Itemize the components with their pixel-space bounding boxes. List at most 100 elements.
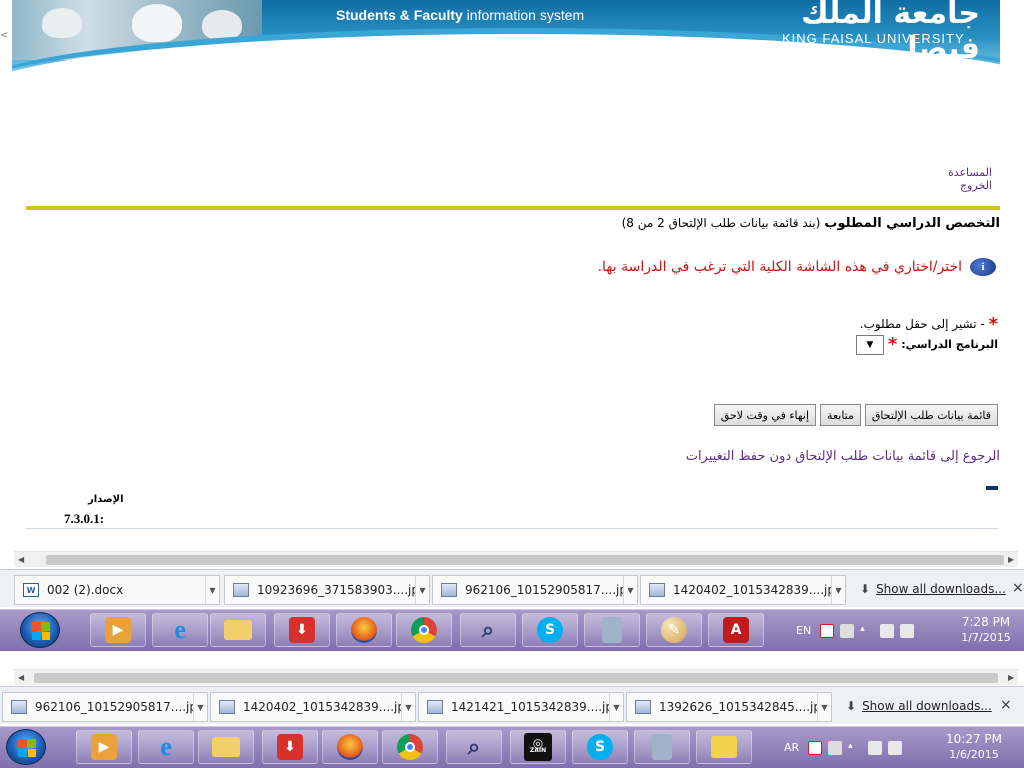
acrobat-reader-icon[interactable]: A [708, 613, 764, 647]
device-icon[interactable] [868, 740, 883, 755]
university-name-english: KING FAISAL UNIVERSITY [782, 31, 965, 46]
background-strip [0, 651, 1024, 669]
back-without-saving-link[interactable]: الرجوع إلى قائمة بيانات طلب الإلتحاق دون… [686, 449, 1000, 464]
download-manager-icon[interactable]: ⬇ [274, 613, 330, 647]
file-explorer-icon[interactable] [210, 613, 266, 647]
chrome-icon[interactable] [396, 613, 452, 647]
keyboard-layout-icon[interactable] [820, 623, 835, 638]
language-indicator[interactable]: AR [784, 741, 799, 754]
download-item[interactable]: 1421421_1015342839....jpg ▼ [418, 692, 624, 722]
word-file-icon: W [23, 583, 39, 597]
program-select[interactable]: ▼ [855, 334, 884, 355]
close-downloads-icon[interactable]: × [1000, 697, 1012, 713]
chevron-down-icon[interactable]: ▼ [205, 576, 219, 604]
scroll-left-icon[interactable]: ◀ [18, 673, 24, 682]
continue-button[interactable]: متابعة [820, 404, 861, 426]
scroll-right-icon[interactable]: ▶ [1008, 673, 1014, 682]
download-item[interactable]: 1392626_1015342845....jpg ▼ [626, 692, 832, 722]
top-links: المساعدة الخروج [900, 166, 992, 192]
scroll-left-icon[interactable]: ◀ [18, 555, 24, 564]
scroll-thumb[interactable] [34, 673, 998, 683]
instruction-row: i اختر/اختاري في هذه الشاشة الكلية التي … [598, 258, 996, 276]
chrome-icon[interactable] [382, 730, 438, 764]
downloads-bar-top: W 002 (2).docx ▼ 10923696_371583903....j… [0, 569, 1024, 607]
taskbar-top: ▶ e ⬇ ⌕ S ✎ A EN ▴ 7:28 PM 1/7/2015 [0, 609, 1024, 651]
chevron-down-icon[interactable]: ▼ [623, 576, 637, 604]
image-file-icon [635, 700, 651, 714]
download-item[interactable]: W 002 (2).docx ▼ [14, 575, 220, 605]
download-item[interactable]: 962106_10152905817....jpg ▼ [432, 575, 638, 605]
file-explorer-icon[interactable] [198, 730, 254, 764]
system-tray: AR ▴ [784, 727, 905, 768]
chevron-down-icon[interactable]: ▼ [401, 693, 415, 721]
show-all-downloads-link[interactable]: ⬇ Show all downloads... [846, 699, 992, 713]
network-signal-icon[interactable] [900, 623, 915, 638]
clock[interactable]: 7:28 PM 1/7/2015 [956, 614, 1016, 646]
logout-link[interactable]: الخروج [960, 179, 992, 192]
chevron-down-icon[interactable]: ▼ [193, 693, 207, 721]
keyboard-icon[interactable] [828, 740, 843, 755]
internet-explorer-icon[interactable]: e [138, 730, 194, 764]
scroll-thumb[interactable] [46, 555, 1004, 565]
start-button[interactable] [20, 612, 60, 648]
search-magnifier-icon[interactable]: ⌕ [446, 730, 502, 764]
firefox-icon[interactable] [336, 613, 392, 647]
help-link[interactable]: المساعدة [948, 166, 992, 179]
page-title: التخصص الدراسي المطلوب (بند قائمة بيانات… [621, 216, 1000, 231]
image-file-icon [649, 583, 665, 597]
download-item[interactable]: 1420402_1015342839....jpg ▼ [210, 692, 416, 722]
skype-icon[interactable]: S [522, 613, 578, 647]
program-label: البرنامج الدراسي: [901, 338, 998, 351]
keyboard-icon[interactable] [840, 623, 855, 638]
required-note: * - تشير إلى حقل مطلوب. [859, 314, 998, 335]
system-name: Students & Faculty information system [336, 7, 585, 23]
download-item[interactable]: 10923696_371583903....jpg ▼ [224, 575, 430, 605]
calculator-icon[interactable] [584, 613, 640, 647]
media-player-icon[interactable]: ▶ [90, 613, 146, 647]
horizontal-scrollbar[interactable]: ◀ ▶ [14, 669, 1018, 685]
horizontal-scrollbar[interactable]: ◀ ▶ [14, 551, 1018, 567]
device-icon[interactable] [880, 623, 895, 638]
show-hidden-icons-icon[interactable]: ▴ [860, 624, 874, 638]
download-item[interactable]: 1420402_1015342839....jpg ▼ [640, 575, 846, 605]
skype-icon[interactable]: S [572, 730, 628, 764]
download-manager-icon[interactable]: ⬇ [262, 730, 318, 764]
clock[interactable]: 10:27 PM 1/6/2015 [944, 731, 1004, 763]
photo-viewer-icon[interactable] [696, 730, 752, 764]
chevron-down-icon[interactable]: ▼ [831, 576, 845, 604]
chevron-down-icon[interactable]: ▼ [609, 693, 623, 721]
info-icon: i [970, 258, 996, 276]
zain-icon[interactable]: ◎ ZAIN [510, 730, 566, 764]
image-file-icon [11, 700, 27, 714]
image-file-icon [427, 700, 443, 714]
taskbar-bottom: ▶ e ⬇ ⌕ ◎ ZAIN S AR ▴ 10:27 PM 1/6/2015 [0, 726, 1024, 768]
chevron-down-icon[interactable]: ▼ [415, 576, 429, 604]
window-left-edge: < [0, 30, 9, 41]
footer-divider [26, 528, 998, 529]
close-downloads-icon[interactable]: × [1012, 580, 1024, 596]
download-item[interactable]: 962106_10152905817....jpg ▼ [2, 692, 208, 722]
version-value: 7.3.0.1: [64, 511, 105, 526]
firefox-icon[interactable] [322, 730, 378, 764]
paint-icon[interactable]: ✎ [646, 613, 702, 647]
media-player-icon[interactable]: ▶ [76, 730, 132, 764]
internet-explorer-icon[interactable]: e [152, 613, 208, 647]
scroll-right-icon[interactable]: ▶ [1008, 555, 1014, 564]
finish-later-button[interactable]: إنهاء في وقت لاحق [713, 404, 817, 426]
downloads-bar-bottom: 962106_10152905817....jpg ▼ 1420402_1015… [0, 686, 1024, 724]
page-subtitle: (بند قائمة بيانات طلب الإلتحاق 2 من 8) [621, 216, 821, 230]
search-magnifier-icon[interactable]: ⌕ [460, 613, 516, 647]
language-indicator[interactable]: EN [796, 624, 811, 637]
calculator-icon[interactable] [634, 730, 690, 764]
start-button[interactable] [6, 729, 46, 765]
program-field: البرنامج الدراسي: * ▼ [855, 334, 998, 355]
system-tray: EN ▴ [796, 610, 917, 651]
application-list-button[interactable]: قائمة بيانات طلب الإلتحاق [864, 404, 998, 426]
keyboard-layout-icon[interactable] [808, 740, 823, 755]
show-hidden-icons-icon[interactable]: ▴ [848, 741, 862, 755]
download-arrow-icon: ⬇ [860, 582, 871, 596]
network-signal-icon[interactable] [888, 740, 903, 755]
action-buttons: قائمة بيانات طلب الإلتحاق متابعة إنهاء ف… [713, 404, 998, 426]
chevron-down-icon[interactable]: ▼ [817, 693, 831, 721]
show-all-downloads-link[interactable]: ⬇ Show all downloads... [860, 582, 1006, 596]
